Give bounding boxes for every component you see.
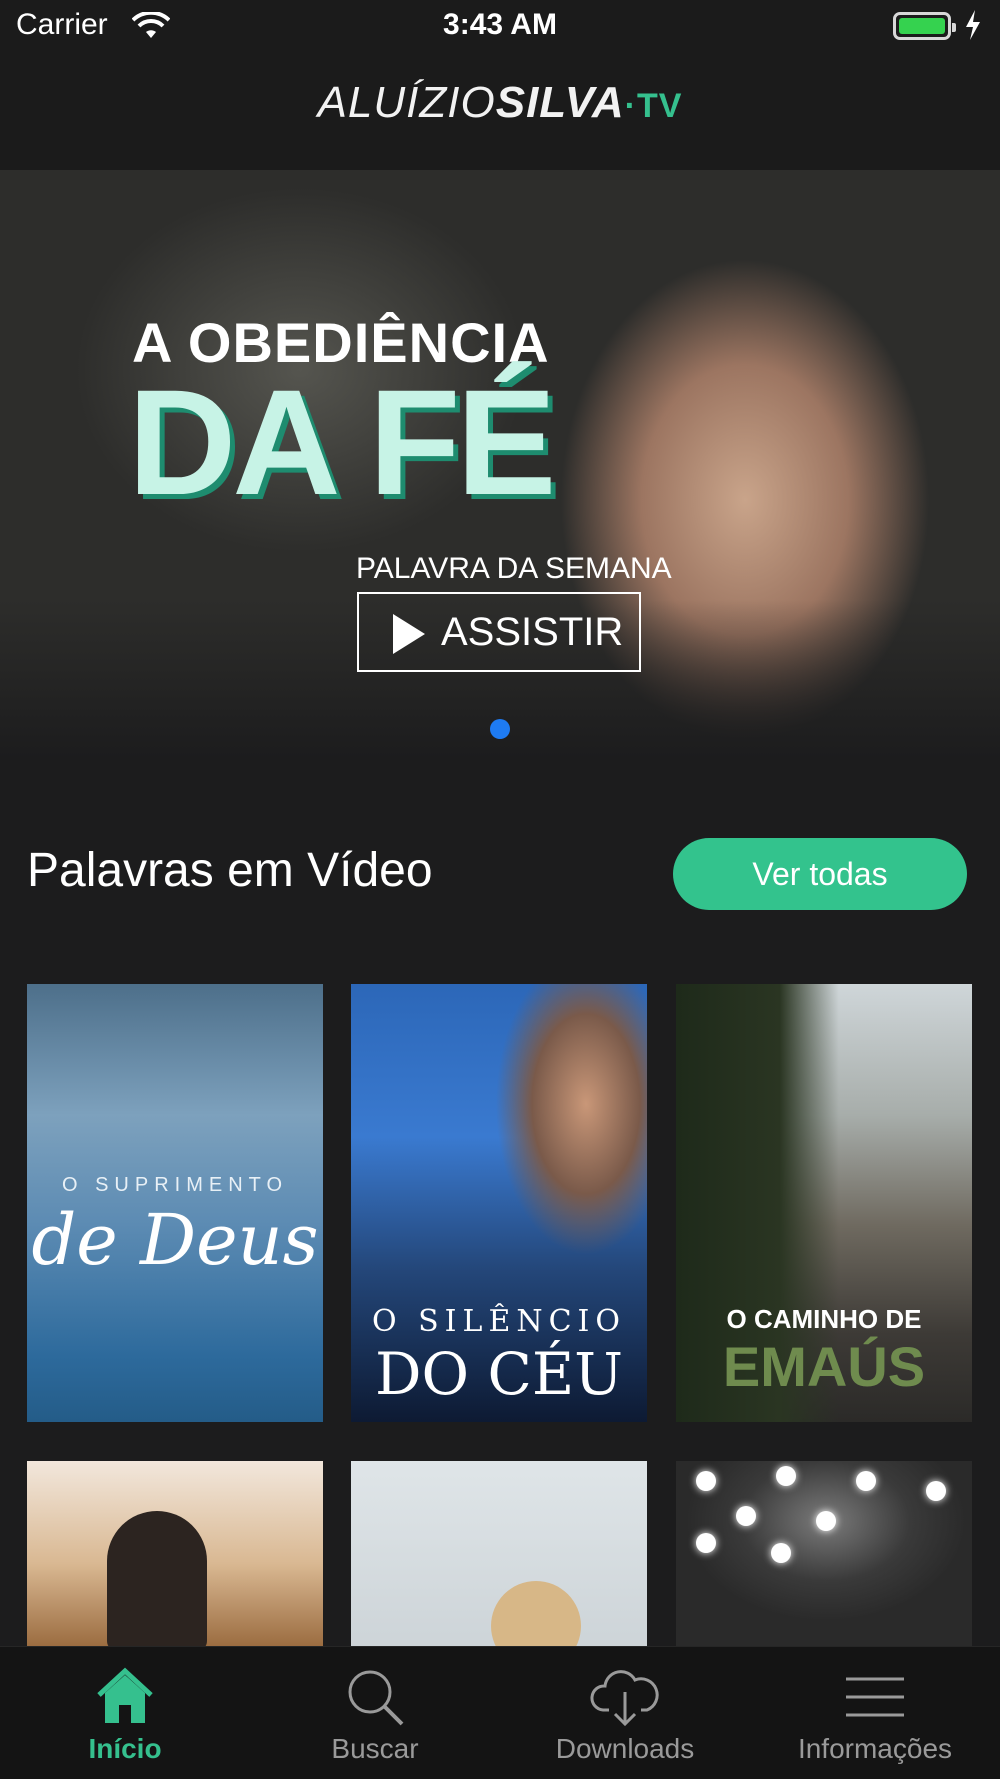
video-title-top: O SUPRIMENTO (61, 1174, 289, 1196)
see-all-button[interactable]: Ver todas (673, 838, 967, 910)
video-thumbnail (491, 1581, 581, 1648)
video-thumbnail (856, 1471, 876, 1491)
video-thumbnail (816, 1511, 836, 1531)
tab-label: Buscar (331, 1733, 419, 1764)
video-title-bottom: EMAÚS (722, 1335, 926, 1398)
video-thumbnail (776, 1466, 796, 1486)
status-bar: Carrier 3:43 AM (0, 0, 1000, 56)
charging-icon (964, 10, 982, 45)
tab-buscar[interactable]: Buscar (250, 1647, 500, 1779)
video-thumbnail (771, 1543, 791, 1563)
video-card[interactable]: O SUPRIMENTO de Deus (27, 984, 323, 1422)
app-header: ALUÍZIOSILVA·TV (0, 56, 1000, 170)
tab-bar: Início Buscar Downloads Informações (0, 1646, 1000, 1779)
video-thumbnail (107, 1511, 207, 1648)
video-card[interactable] (351, 1461, 647, 1648)
video-thumbnail (926, 1481, 946, 1501)
tab-inicio[interactable]: Início (0, 1647, 250, 1779)
tab-label: Início (88, 1733, 162, 1764)
video-card[interactable]: O SILÊNCIO DO CÉU (351, 984, 647, 1422)
video-title-top: O SILÊNCIO (371, 1304, 626, 1339)
video-title-bottom: DO CÉU (374, 1340, 624, 1408)
search-icon (250, 1665, 500, 1729)
tab-downloads[interactable]: Downloads (500, 1647, 750, 1779)
watch-button[interactable]: ASSISTIR (357, 592, 641, 672)
tab-label: Downloads (555, 1733, 695, 1764)
hero-banner[interactable]: A OBEDIÊNCIA DA FÉ PALAVRA DA SEMANA ASS… (0, 170, 1000, 760)
video-card[interactable] (27, 1461, 323, 1648)
tab-label: Informações (797, 1733, 953, 1764)
hero-subtitle: PALAVRA DA SEMANA (356, 552, 672, 585)
clock: 3:43 AM (443, 8, 557, 41)
play-icon (393, 614, 425, 654)
menu-icon (750, 1665, 1000, 1729)
watch-button-label: ASSISTIR (441, 610, 624, 654)
video-card[interactable] (676, 1461, 972, 1648)
app-logo: ALUÍZIOSILVA·TV (317, 78, 683, 127)
battery-icon (893, 12, 956, 40)
video-thumbnail (736, 1506, 756, 1526)
page-indicator-dot[interactable] (490, 719, 510, 739)
video-title-top: O CAMINHO DE (726, 1304, 922, 1334)
section-title: Palavras em Vídeo (27, 844, 433, 897)
video-card[interactable]: O CAMINHO DE EMAÚS (676, 984, 972, 1422)
video-thumbnail (696, 1533, 716, 1553)
video-title-bottom: de Deus (31, 1199, 319, 1281)
home-icon (0, 1665, 250, 1729)
video-thumbnail (696, 1471, 716, 1491)
cloud-download-icon (500, 1665, 750, 1729)
hero-title-line2: DA FÉ (128, 358, 556, 526)
tab-informacoes[interactable]: Informações (750, 1647, 1000, 1779)
